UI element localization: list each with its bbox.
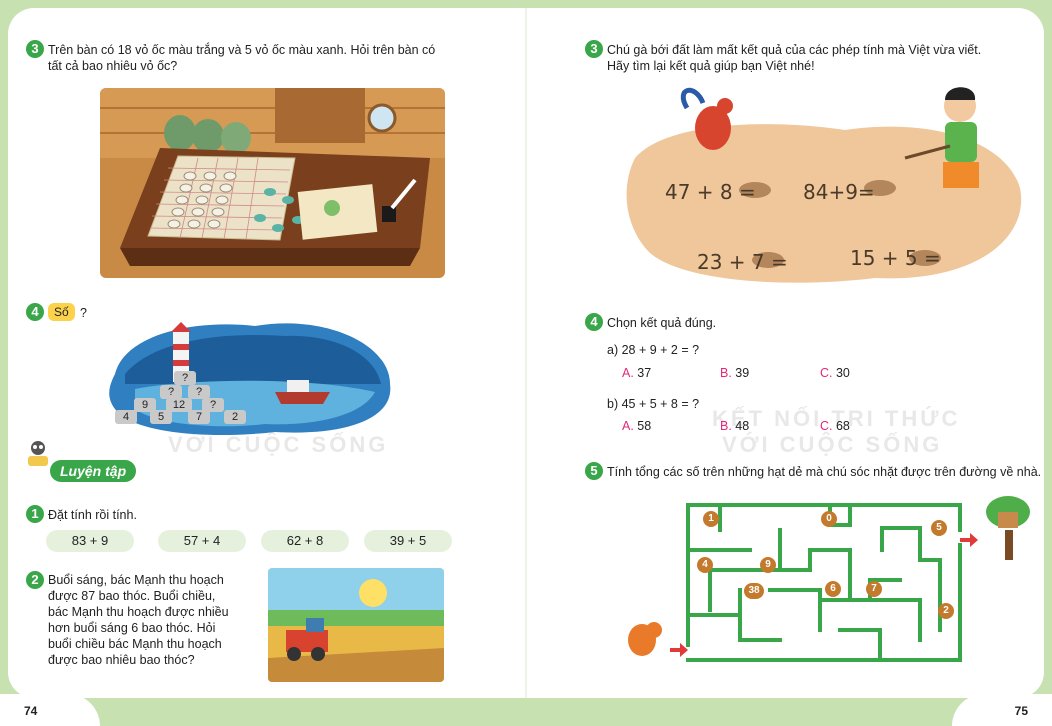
squirrel-icon <box>628 622 662 656</box>
chestnut-number: 1 <box>703 511 719 527</box>
option-value: 68 <box>835 419 850 433</box>
option-4a-a[interactable]: A. 37 <box>622 366 651 380</box>
exercise-2-line: được 87 bao thóc. Buổi chiều, <box>48 589 216 603</box>
option-letter: B. <box>720 366 732 380</box>
section-label-luyen-tap: Luyện tập <box>50 460 137 482</box>
option-4b-b[interactable]: B. 48 <box>720 419 749 433</box>
chestnut-number: 5 <box>931 520 947 536</box>
exercise-2-line: được bao nhiêu bao thóc? <box>48 653 195 667</box>
pyramid-row2-cell: ? <box>188 385 210 399</box>
sum-expression: 47 + 8 = <box>665 180 756 204</box>
calc-item: 39 + 5 <box>364 530 452 552</box>
option-value: 37 <box>637 366 652 380</box>
mascot-icon <box>26 440 50 470</box>
question-3-text-line2: tất cả bao nhiêu vỏ ốc? <box>48 59 178 73</box>
option-value: 30 <box>835 366 850 380</box>
right-question-5-badge: 5 <box>585 462 603 480</box>
option-letter: B. <box>720 419 732 433</box>
watermark-right-line2: VỚI CUỘC SỐNG <box>722 432 943 457</box>
question-3-text-line1: Trên bàn có 18 vỏ ốc màu trắng và 5 vỏ ố… <box>48 43 436 57</box>
page-fold <box>525 8 527 698</box>
right-question-4-badge: 4 <box>585 313 603 331</box>
exercise-1-badge: 1 <box>26 505 44 523</box>
calc-item: 83 + 9 <box>46 530 134 552</box>
footer-left <box>0 694 100 726</box>
sum-expression: 23 + 7 = <box>697 250 788 274</box>
pyramid-row4-cell: 7 <box>188 410 210 424</box>
exercise-2-line: Buổi sáng, bác Mạnh thu hoạch <box>48 573 224 587</box>
option-4a-b[interactable]: B. 39 <box>720 366 749 380</box>
footer-right <box>952 694 1052 726</box>
exercise-2-line: hơn buổi sáng 6 bao thóc. Hỏi <box>48 621 216 635</box>
option-4a-c[interactable]: C. 30 <box>820 366 850 380</box>
chestnut-number: 4 <box>697 557 713 573</box>
question-4-suffix: ? <box>80 306 87 320</box>
option-letter: A. <box>622 366 634 380</box>
question-4-badge: 4 <box>26 303 44 321</box>
exercise-2-badge: 2 <box>26 571 44 589</box>
option-4b-c[interactable]: C. 68 <box>820 419 850 433</box>
exercise-2-line: bác Mạnh thu hoạch được nhiều <box>48 605 229 619</box>
question-4b-prompt: b) 45 + 5 + 8 = ? <box>607 397 700 411</box>
calc-item: 57 + 4 <box>158 530 246 552</box>
question-3-badge: 3 <box>26 40 44 58</box>
calc-item: 62 + 8 <box>261 530 349 552</box>
right-question-3-text-line1: Chú gà bới đất làm mất kết quả của các p… <box>607 43 982 57</box>
pyramid-top-cell: ? <box>174 371 196 385</box>
option-value: 39 <box>735 366 750 380</box>
pyramid-row2-cell: ? <box>160 385 182 399</box>
right-question-3-badge: 3 <box>585 40 603 58</box>
right-question-3-text-line2: Hãy tìm lại kết quả giúp bạn Việt nhé! <box>607 59 815 73</box>
shells-table-illustration <box>100 88 445 278</box>
textbook-spread: 74 75 VỚI CUỘC SỐNG KẾT NỐI TRI THỨC VỚI… <box>0 0 1052 726</box>
chestnut-number: 2 <box>938 603 954 619</box>
pyramid-row4-cell: 2 <box>224 410 246 424</box>
pyramid-row4-cell: 4 <box>115 410 137 424</box>
page-number-left: 74 <box>24 704 38 718</box>
right-question-5-text: Tính tổng các số trên những hạt dẻ mà ch… <box>607 465 1042 479</box>
option-value: 58 <box>637 419 652 433</box>
treehouse-icon <box>986 496 1030 560</box>
page-number-right: 75 <box>1014 704 1028 718</box>
option-letter: A. <box>622 419 634 433</box>
question-4a-prompt: a) 28 + 9 + 2 = ? <box>607 343 700 357</box>
chestnut-number: 38 <box>744 583 764 599</box>
pyramid-row4-cell: 5 <box>150 410 172 424</box>
option-4b-a[interactable]: A. 58 <box>622 419 651 433</box>
harvest-field-illustration <box>268 568 444 682</box>
lighthouse-sea-illustration <box>105 314 395 439</box>
exercise-2-line: buổi chiều bác Mạnh thu hoạch <box>48 637 222 651</box>
chestnut-number: 9 <box>760 557 776 573</box>
exercise-2-text: Buổi sáng, bác Mạnh thu hoạch được 87 ba… <box>48 572 258 668</box>
option-value: 48 <box>735 419 750 433</box>
right-question-4-text: Chọn kết quả đúng. <box>607 316 717 330</box>
sum-expression: 15 + 5 = <box>850 246 941 270</box>
chestnut-number: 0 <box>821 511 837 527</box>
chestnut-number: 6 <box>825 581 841 597</box>
sum-expression: 84+9= <box>803 180 875 204</box>
exercise-1-text: Đặt tính rồi tính. <box>48 508 137 522</box>
so-tag: Số <box>48 303 75 321</box>
chestnut-number: 7 <box>866 581 882 597</box>
option-letter: C. <box>820 366 833 380</box>
option-letter: C. <box>820 419 833 433</box>
